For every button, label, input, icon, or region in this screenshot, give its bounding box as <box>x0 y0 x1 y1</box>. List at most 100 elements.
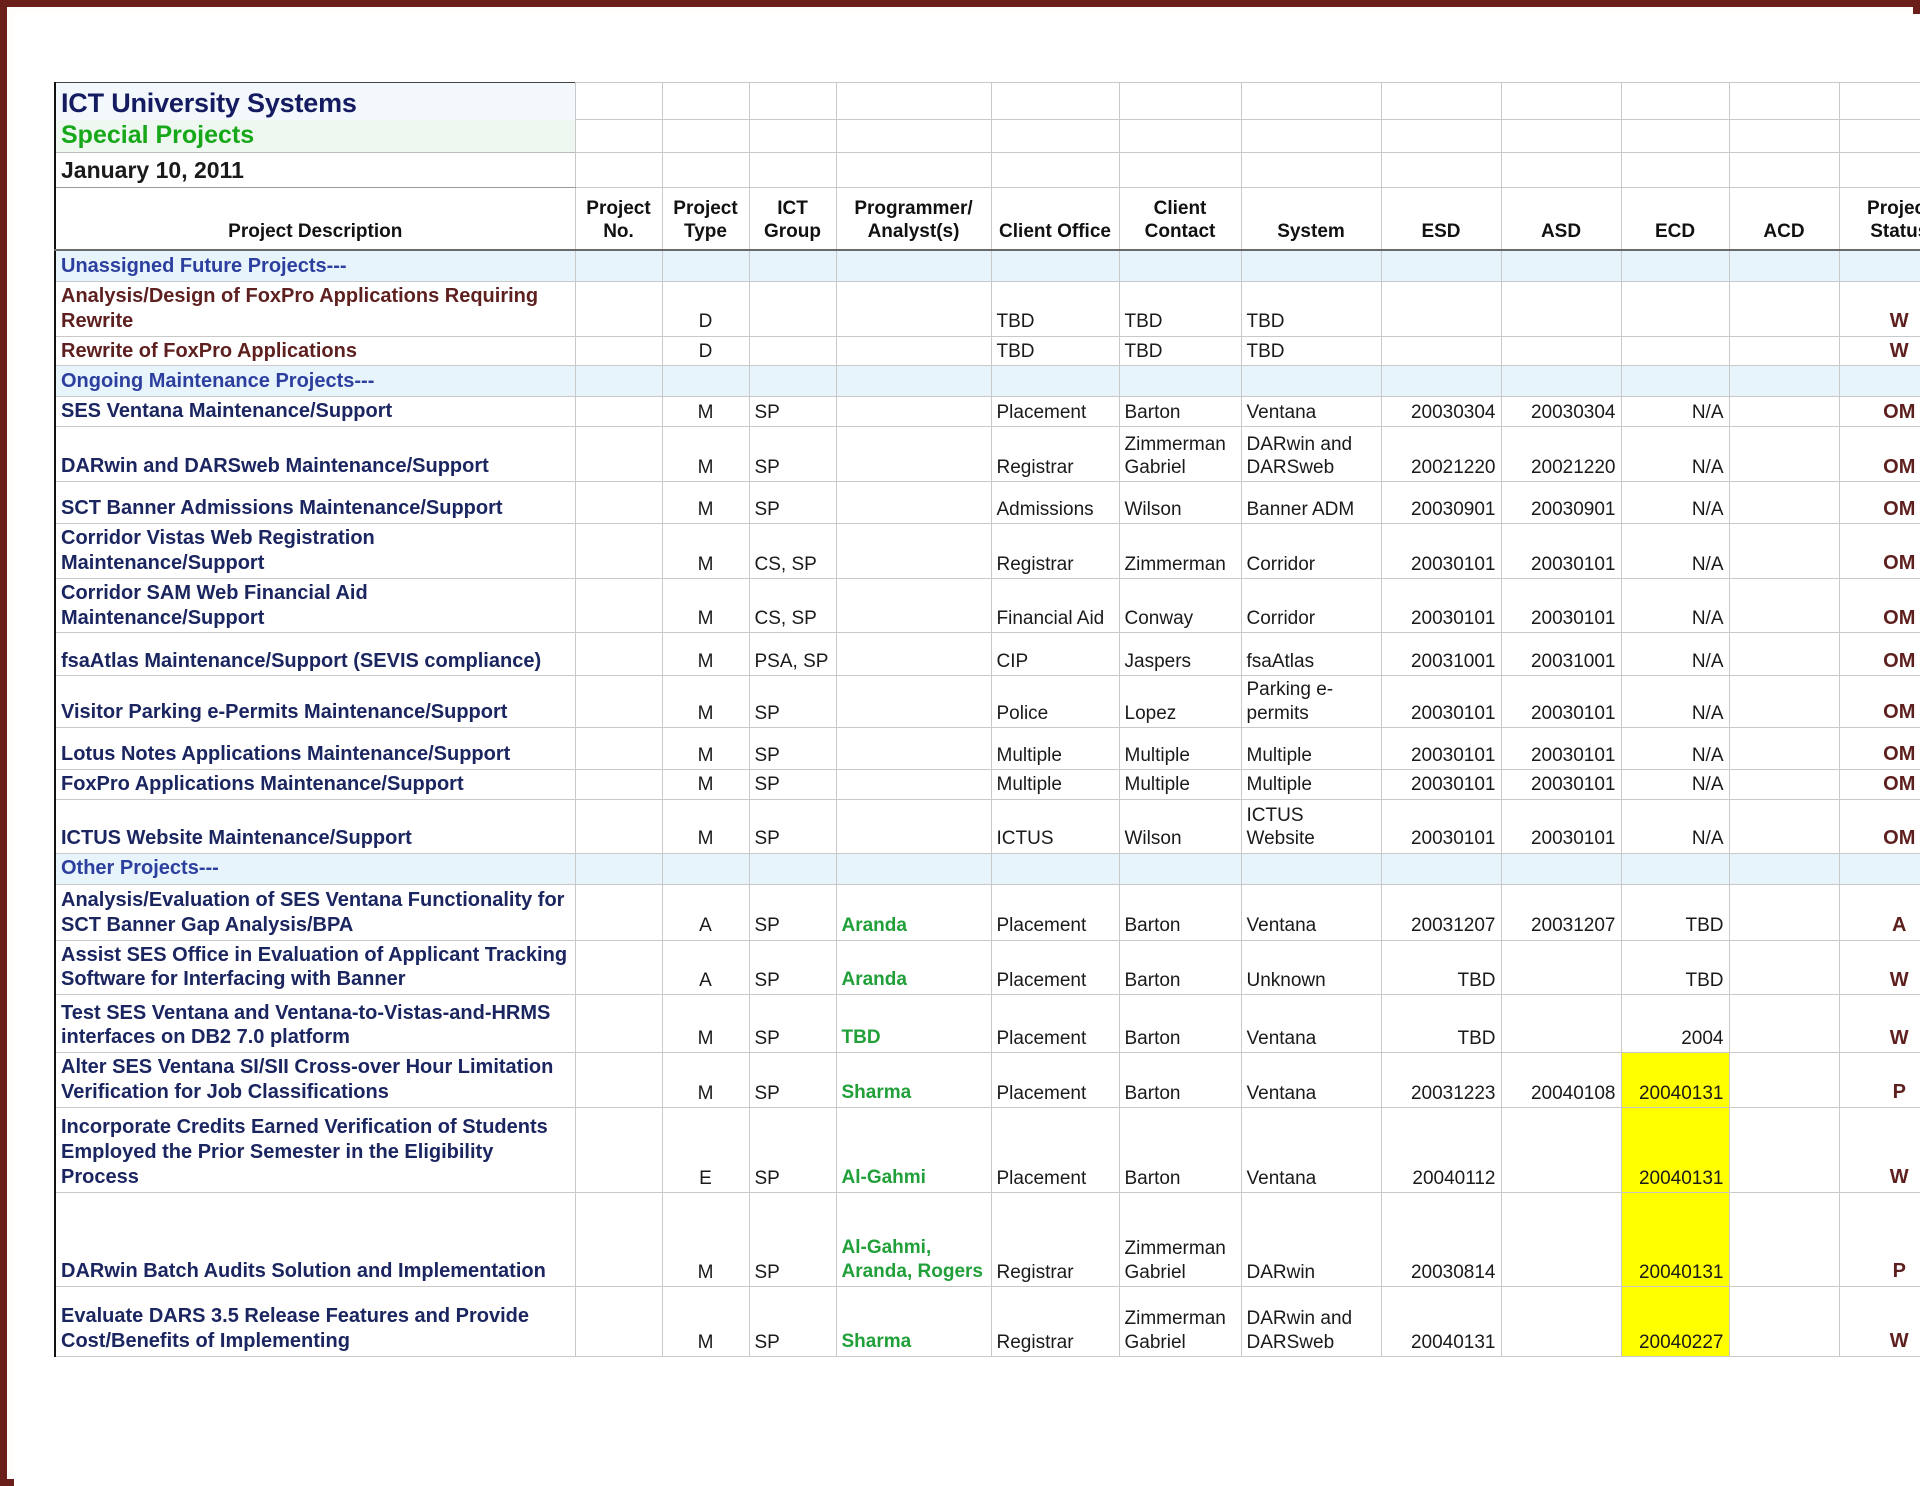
cell-ict-group: SP <box>748 1191 837 1287</box>
cell-ecd: N/A <box>1620 798 1730 854</box>
cell-project-no <box>574 335 663 367</box>
cell-project-description: Analysis/Evaluation of SES Ventana Funct… <box>54 883 576 941</box>
section-label-other: Other Projects--- <box>54 852 576 885</box>
empty-cell <box>1118 119 1242 154</box>
column-header-project-type-line1: Project <box>673 198 738 220</box>
cell-project-no <box>574 1106 663 1193</box>
project-description-text: Incorporate Credits Earned Verification … <box>61 1116 548 1188</box>
cell-client-office: TBD <box>990 280 1120 337</box>
cell-programmer-analyst: Aranda <box>835 883 992 941</box>
cell-ict-group <box>748 335 837 367</box>
cell-asd: 20030901 <box>1500 481 1622 525</box>
table-row: fsaAtlas Maintenance/Support (SEVIS comp… <box>54 632 1920 677</box>
cell-project-no <box>574 523 663 579</box>
project-description-text: FoxPro Applications Maintenance/Support <box>61 772 464 795</box>
cell-project-type: M <box>661 396 750 428</box>
cell-ict-group: CS, SP <box>748 577 837 634</box>
project-description-text: DARwin Batch Audits Solution and Impleme… <box>61 1259 546 1282</box>
cell-ecd: N/A <box>1620 632 1730 677</box>
cell-client-office: Police <box>990 675 1120 728</box>
project-status-badge: OM <box>1883 552 1916 575</box>
section-band-cell <box>1620 249 1730 282</box>
cell-acd <box>1728 1285 1840 1357</box>
cell-client-contact: Multiple <box>1118 726 1242 770</box>
table-row: SCT Banner Admissions Maintenance/Suppor… <box>54 481 1920 525</box>
cell-programmer-analyst <box>835 280 992 337</box>
cell-ict-group: SP <box>748 768 837 800</box>
cell-system: DARwin <box>1240 1191 1382 1287</box>
project-status-badge: OM <box>1883 455 1916 478</box>
cell-ecd: N/A <box>1620 481 1730 525</box>
cell-programmer-analyst <box>835 726 992 770</box>
cell-project-status: W <box>1838 939 1920 996</box>
cell-client-contact: Lopez <box>1118 675 1242 728</box>
column-header-ecd-line1: ECD <box>1654 220 1696 242</box>
section-label-unassigned: Unassigned Future Projects--- <box>54 249 576 282</box>
cell-acd <box>1728 726 1840 770</box>
project-description-text: Test SES Ventana and Ventana-to-Vistas-a… <box>61 1001 551 1049</box>
cell-project-type: M <box>661 726 750 770</box>
project-status-badge: OM <box>1883 649 1916 672</box>
section-band-cell <box>1240 852 1382 885</box>
cell-project-type: D <box>661 335 750 367</box>
cell-asd <box>1500 335 1622 367</box>
cell-esd: TBD <box>1380 939 1502 996</box>
programmer-analyst-text: TBD <box>841 1027 881 1049</box>
section-band-cell <box>1500 365 1622 398</box>
cell-esd: 20030101 <box>1380 675 1502 728</box>
cell-client-office: CIP <box>990 632 1120 677</box>
cell-project-description: SES Ventana Maintenance/Support <box>54 396 576 428</box>
cell-acd <box>1728 1106 1840 1193</box>
cell-client-office: Placement <box>990 883 1120 941</box>
cell-client-office: Placement <box>990 939 1120 996</box>
cell-ict-group: SP <box>748 1285 837 1357</box>
empty-cell <box>1380 152 1502 189</box>
cell-system: Ventana <box>1240 994 1382 1054</box>
project-status-table: ICT University Systems Special Projects … <box>54 81 1920 1357</box>
cell-ict-group: SP <box>748 939 837 996</box>
document-title: ICT University Systems <box>61 88 357 118</box>
table-row: Alter SES Ventana SI/SII Cross-over Hour… <box>54 1052 1920 1108</box>
cell-client-contact: Wilson <box>1118 798 1242 854</box>
cell-system: Corridor <box>1240 577 1382 634</box>
section-band-cell <box>748 249 837 282</box>
cell-asd: 20030101 <box>1500 798 1622 854</box>
cell-esd: 20030101 <box>1380 523 1502 579</box>
cell-project-description: Alter SES Ventana SI/SII Cross-over Hour… <box>54 1052 576 1108</box>
column-header-programmer-analyst-line2: Analyst(s) <box>867 220 960 242</box>
cell-esd <box>1380 280 1502 337</box>
cell-ecd: 20040227 <box>1620 1285 1730 1357</box>
table-row: Visitor Parking e-Permits Maintenance/Su… <box>54 675 1920 728</box>
empty-cell <box>1728 152 1840 189</box>
cell-ecd: 20040131 <box>1620 1191 1730 1287</box>
table-row: Test SES Ventana and Ventana-to-Vistas-a… <box>54 994 1920 1054</box>
cell-system: Unknown <box>1240 939 1382 996</box>
cell-project-description: Lotus Notes Applications Maintenance/Sup… <box>54 726 576 770</box>
column-header-esd: ESD <box>1380 187 1502 251</box>
cell-project-status: W <box>1838 1285 1920 1357</box>
cell-project-type: M <box>661 426 750 483</box>
cell-programmer-analyst <box>835 426 992 483</box>
empty-cell <box>1728 81 1840 121</box>
cell-ict-group <box>748 280 837 337</box>
cell-asd: 20031207 <box>1500 883 1622 941</box>
section-band-cell <box>1500 852 1622 885</box>
project-status-badge: OM <box>1883 827 1916 850</box>
column-header-esd-line1: ESD <box>1421 220 1461 242</box>
cell-programmer-analyst <box>835 396 992 428</box>
project-status-badge: OM <box>1883 773 1916 796</box>
project-description-text: ICTUS Website Maintenance/Support <box>61 826 412 849</box>
cell-asd: 20021220 <box>1500 426 1622 483</box>
programmer-analyst-text: Aranda <box>841 914 907 936</box>
cell-acd <box>1728 883 1840 941</box>
cell-system: Banner ADM <box>1240 481 1382 525</box>
empty-cell <box>1838 119 1920 154</box>
column-header-acd-line1: ACD <box>1763 220 1805 242</box>
cell-esd: 20030101 <box>1380 577 1502 634</box>
column-header-client-office: Client Office <box>990 187 1120 251</box>
cell-acd <box>1728 632 1840 677</box>
project-description-text: Analysis/Evaluation of SES Ventana Funct… <box>61 888 565 936</box>
cell-project-type: M <box>661 798 750 854</box>
project-status-badge: W <box>1889 1330 1909 1353</box>
cell-client-contact: Zimmerman Gabriel <box>1118 1285 1242 1357</box>
